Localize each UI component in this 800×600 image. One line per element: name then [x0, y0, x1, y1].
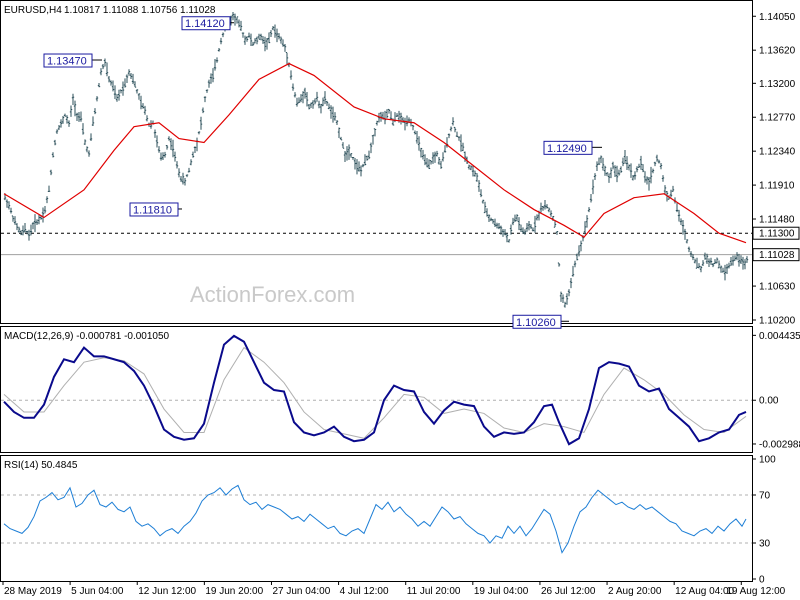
x-tick-label: 4 Jul 12:00 [340, 586, 389, 597]
rsi-panel-frame [0, 455, 753, 582]
x-tick-label: 19 Aug 12:00 [726, 586, 785, 597]
watermark: ActionForex.com [190, 282, 355, 307]
price-tick-label: 1.13620 [759, 46, 796, 57]
macd-tick-label: 0.00 [759, 396, 779, 407]
rsi-tick-label: 30 [759, 539, 771, 550]
annotation-label: 1.10260 [516, 317, 556, 329]
macd-tick-label: -0.002988 [759, 439, 800, 450]
price-tick-label: 1.12770 [759, 113, 796, 124]
price-panel-frame [0, 0, 753, 324]
annotation-label: 1.12490 [547, 143, 587, 155]
price-tick-label: 1.12340 [759, 147, 796, 158]
x-tick-label: 26 Jul 12:00 [541, 586, 596, 597]
x-tick-label: 28 May 2019 [4, 586, 62, 597]
macd-title: MACD(12,26,9) -0.000781 -0.001050 [4, 331, 170, 342]
annotation-label: 1.11810 [133, 204, 172, 216]
x-tick-label: 2 Aug 20:00 [608, 586, 662, 597]
rsi-tick-label: 70 [759, 491, 771, 502]
price-tick-label: 1.11480 [759, 215, 795, 226]
eurusd-chart: ActionForex.com EURUSD,H4 1.10817 1.1108… [0, 0, 800, 597]
x-tick-label: 27 Jun 04:00 [272, 586, 330, 597]
rsi-tick-label: 0 [759, 575, 765, 586]
macd-tick-label: 0.004435 [759, 331, 800, 342]
price-tick-label: 1.13200 [759, 79, 796, 90]
x-tick-label: 5 Jun 04:00 [71, 586, 124, 597]
price-tick-label: 1.11028 [759, 250, 795, 261]
x-tick-label: 12 Jun 12:00 [138, 586, 196, 597]
annotation-label: 1.13470 [47, 56, 87, 68]
x-tick-label: 11 Jul 20:00 [407, 586, 461, 597]
rsi-tick-label: 100 [759, 455, 776, 466]
price-tick-label: 1.11300 [759, 229, 795, 240]
annotation-label: 1.14120 [185, 18, 225, 30]
symbol-label: EURUSD,H4 [4, 5, 62, 16]
x-tick-label: 19 Jun 20:00 [205, 586, 263, 597]
macd-panel-frame [0, 326, 753, 453]
rsi-title: RSI(14) 50.4845 [4, 460, 78, 471]
price-tick-label: 1.10200 [759, 316, 796, 327]
price-tick-label: 1.10630 [759, 282, 796, 293]
price-tick-label: 1.14050 [759, 12, 796, 23]
x-tick-label: 19 Jul 04:00 [474, 586, 529, 597]
ohlc-header: 1.10817 1.11088 1.10756 1.11028 [64, 5, 216, 16]
price-tick-label: 1.11910 [759, 181, 795, 192]
